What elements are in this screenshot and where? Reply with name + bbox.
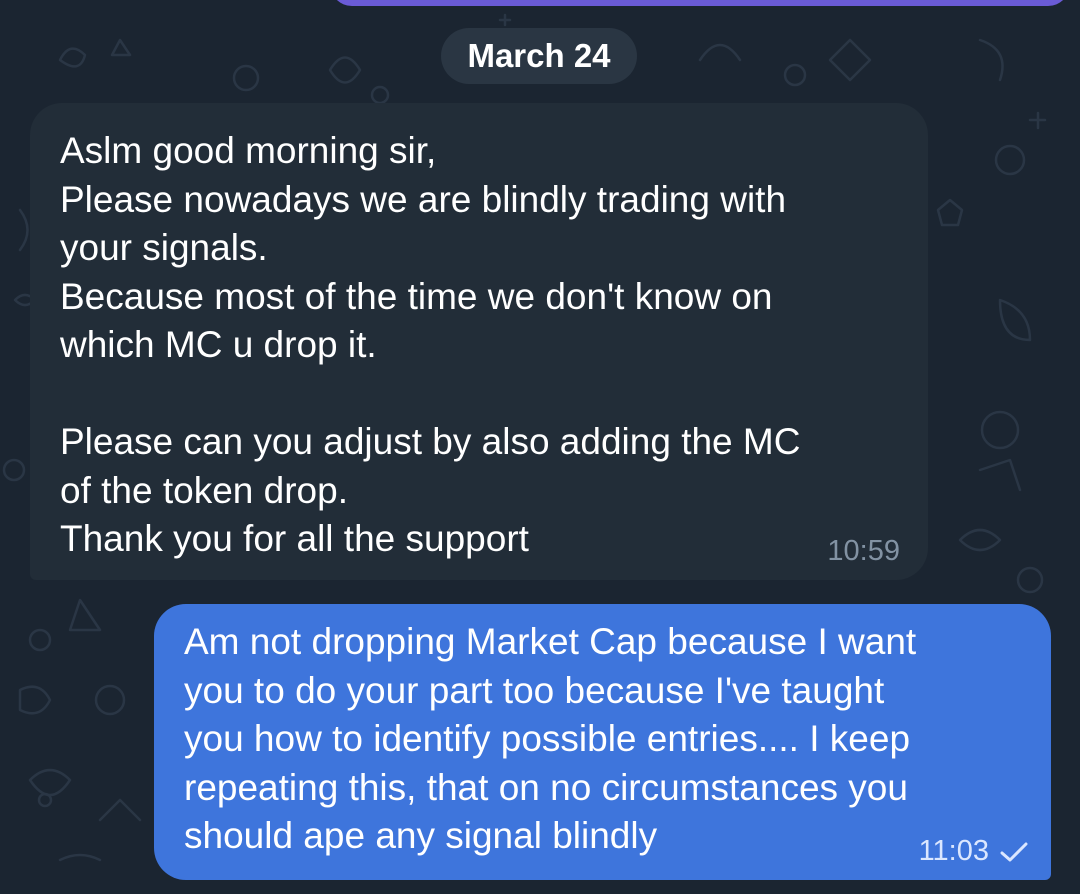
- date-separator: March 24: [441, 28, 637, 84]
- message-text-line: you to do your part too because I've tau…: [184, 669, 885, 711]
- message-text-line: Thank you for all the support: [60, 518, 529, 559]
- outgoing-message-bubble[interactable]: Am not dropping Market Cap because I wan…: [154, 604, 1051, 880]
- single-check-icon: [999, 841, 1029, 863]
- message-text-line: which MC u drop it.: [60, 324, 377, 365]
- message-meta: 11:03: [919, 837, 1029, 866]
- message-text-line: Am not dropping Market Cap because I wan…: [184, 621, 917, 662]
- message-text-line: repeating this, that on no circumstances…: [184, 766, 908, 808]
- message-text-line: Aslm good morning sir,: [60, 130, 437, 171]
- message-text-line: should ape any signal blindly: [184, 815, 658, 856]
- previous-message-bubble-edge[interactable]: [330, 0, 1070, 6]
- message-text-line: of the token drop.: [60, 469, 348, 511]
- message-text-line: Please nowadays we are blindly trading w…: [60, 178, 787, 220]
- message-text-line: you how to identify possible entries....…: [184, 718, 911, 759]
- message-timestamp: 11:03: [918, 835, 989, 867]
- message-text-line: Because most of the time we don't know o…: [60, 275, 773, 317]
- message-text-line: Please can you adjust by also adding the…: [60, 421, 801, 462]
- incoming-message-bubble[interactable]: Aslm good morning sir, Please nowadays w…: [30, 103, 928, 580]
- message-timestamp: 10:59: [827, 535, 900, 567]
- message-text-line: your signals.: [60, 227, 268, 268]
